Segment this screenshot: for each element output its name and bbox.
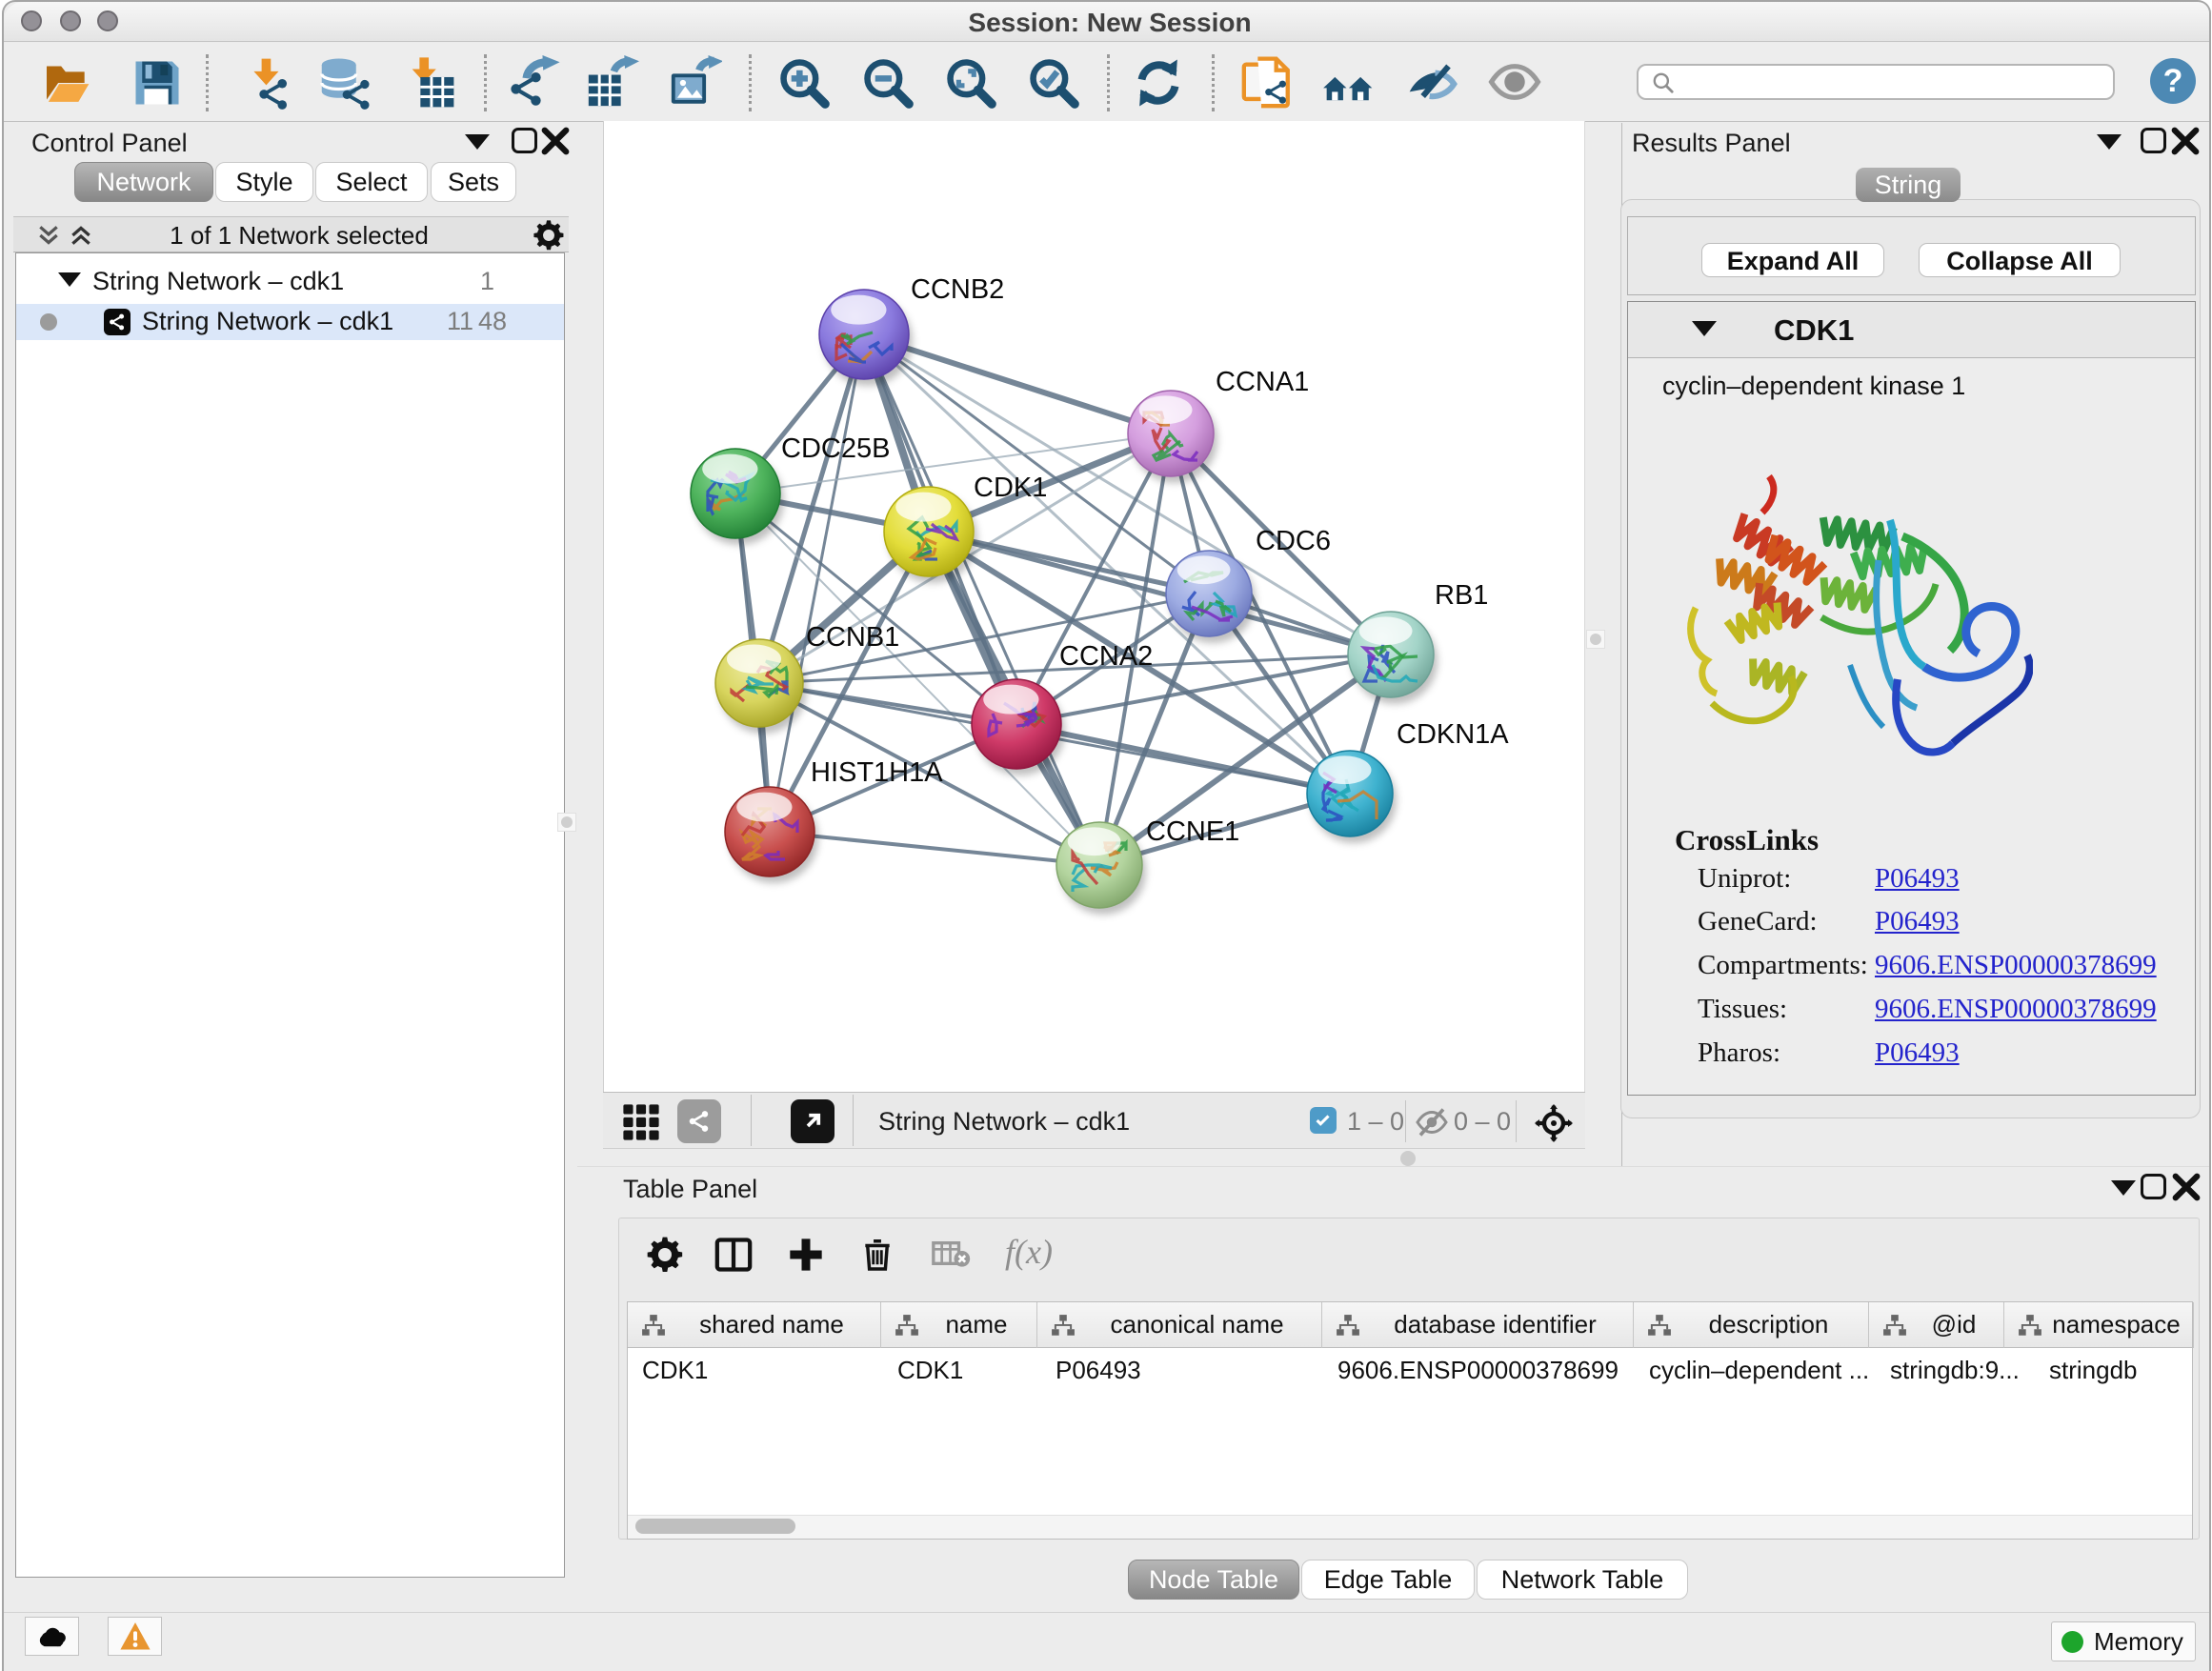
- svg-text:CCNA1: CCNA1: [1216, 367, 1309, 397]
- svg-text:CCNB1: CCNB1: [806, 622, 899, 653]
- svg-text:CDC6: CDC6: [1256, 526, 1331, 556]
- svg-text:HIST1H1A: HIST1H1A: [811, 757, 943, 788]
- svg-text:CCNB2: CCNB2: [911, 274, 1004, 305]
- svg-text:CDKN1A: CDKN1A: [1397, 719, 1509, 750]
- svg-text:RB1: RB1: [1435, 580, 1488, 611]
- svg-text:CCNE1: CCNE1: [1146, 816, 1239, 847]
- svg-text:CCNA2: CCNA2: [1059, 641, 1153, 672]
- svg-text:CDK1: CDK1: [974, 473, 1047, 503]
- svg-text:CDC25B: CDC25B: [781, 433, 890, 464]
